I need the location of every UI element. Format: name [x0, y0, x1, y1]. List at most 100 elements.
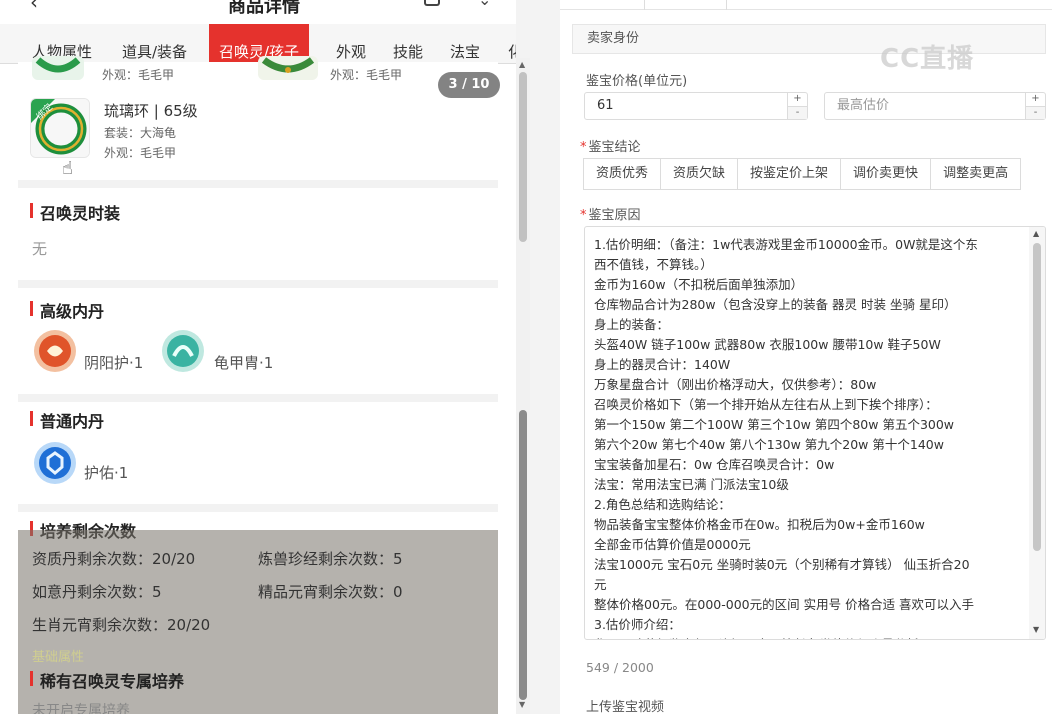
textarea-scrollbar[interactable]: ▲ ▼	[1029, 227, 1045, 639]
yinyang-guard-icon	[32, 328, 78, 374]
tab-appearance[interactable]: 外观	[336, 24, 366, 64]
back-arrow-icon[interactable]: ‹	[30, 0, 38, 14]
reason-line: 金币为160w（不扣税后面单独添加）	[594, 277, 804, 292]
reason-line: 仓库物品合计为280w（包含没穿上的装备 器灵 时装 坐骑 星印）	[594, 297, 957, 312]
reason-line: 法宝：常用法宝已满 门派法宝10级	[594, 477, 789, 492]
reason-line: 华远，珍藏级鉴宝师，资深玩家，擅长各类估价与账号分析	[594, 635, 1024, 639]
item-thumb-1[interactable]	[32, 56, 84, 80]
summon-outfit-title: 召唤灵时装	[30, 200, 120, 224]
share-box-icon[interactable]	[424, 0, 440, 6]
featured-item-set: 套装：大海龟	[104, 126, 177, 140]
conclusion-btn-list-at-price[interactable]: 按鉴定价上架	[737, 158, 842, 190]
watermark-logo: CC直播	[880, 44, 975, 74]
reason-line: 身上的器灵合计：140W	[594, 357, 731, 372]
reason-textarea[interactable]: 1.估价明细：（备注：1w代表游戏里金币10000金币。0W就是这个东 西不值钱，…	[584, 226, 1046, 640]
section-divider	[18, 394, 498, 402]
rare-training-title: 稀有召唤灵专属培养	[30, 668, 184, 692]
reason-line: 物品装备宝宝整体价格金币在0w。扣税后为0w+金币160w	[594, 517, 925, 532]
advanced-core-item-2: 龟甲胄·1	[214, 354, 274, 372]
featured-item-appearance: 外观：毛毛甲	[104, 146, 177, 160]
reason-line: 身上的装备：	[594, 317, 670, 332]
item-thumb-2[interactable]	[258, 56, 318, 80]
textarea-scroll-thumb[interactable]	[1033, 243, 1041, 551]
training-stat-5: 生肖元宵剩余次数：20/20	[32, 616, 211, 634]
training-stat-1: 资质丹剩余次数：20/20	[32, 550, 196, 568]
section-divider	[18, 180, 498, 188]
training-stat-2: 炼兽珍经剩余次数：5	[258, 550, 403, 568]
reason-label: 鉴宝原因	[580, 204, 641, 223]
normal-core-item-1: 护佑·1	[84, 464, 129, 482]
basic-attrs-faint-label: 基础属性	[32, 650, 85, 665]
seller-identity-header[interactable]: 卖家身份	[572, 24, 1046, 54]
product-detail-panel: ‹ 商品详情 ⌄ 人物属性 道具/装备 召唤灵/孩子 外观 技能 法宝 化 外观…	[0, 0, 516, 714]
scrollbar-thumb[interactable]	[519, 72, 527, 242]
scrollbar-thumb-dark	[519, 410, 527, 700]
normal-core-title: 普通内丹	[30, 408, 104, 432]
conclusion-label: 鉴宝结论	[580, 136, 641, 155]
chevron-down-icon[interactable]: ⌄	[478, 0, 491, 9]
max-estimate-stepper[interactable]: + -	[1025, 93, 1045, 119]
item-appearance-2: 外观：毛毛甲	[330, 68, 403, 82]
reason-line: 西不值钱，不算钱。）	[594, 257, 713, 272]
hand-cursor-icon: ☝	[62, 158, 73, 179]
training-stat-3: 如意丹剩余次数：5	[32, 583, 162, 601]
tab-items-equipment[interactable]: 道具/装备	[122, 24, 187, 64]
reason-line: 头盔40W 链子100w 武器80w 衣服100w 腰带10w 鞋子50W	[594, 337, 941, 352]
conclusion-btn-sell-faster[interactable]: 调价卖更快	[840, 158, 932, 190]
price-value: 61	[597, 98, 614, 113]
tab-divider	[644, 0, 645, 10]
scroll-down-icon[interactable]: ▼	[1033, 625, 1039, 634]
reason-line: 第一个150w 第二个100W 第三个10w 第四个80w 第五个300w	[594, 417, 955, 432]
reason-line: 法宝1000元 宝石0元 坐骑时装0元（个别稀有才算钱） 仙玉折合20	[594, 557, 970, 572]
section-divider	[18, 280, 498, 288]
upload-video-label: 上传鉴宝视频	[586, 700, 665, 714]
reason-line: 宝宝装备加星石：0w 仓库召唤灵合计：0w	[594, 457, 835, 472]
section-divider	[18, 504, 498, 512]
tab-more[interactable]: 化	[508, 24, 516, 64]
conclusion-btn-sell-higher[interactable]: 调整卖更高	[930, 158, 1022, 190]
left-scrollbar[interactable]: ▲ ▼	[516, 58, 530, 714]
reason-line: 元	[594, 577, 607, 592]
appraisal-form: 卖家身份 鉴宝价格(单位元) 61 +- 最高估价 +- 鉴宝结论 资质优秀 资…	[560, 0, 1052, 714]
protection-core-icon	[32, 440, 78, 486]
turtle-armor-icon	[160, 328, 206, 374]
price-stepper[interactable]: + -	[787, 93, 807, 119]
advanced-core-title: 高级内丹	[30, 298, 104, 322]
training-stat-4: 精品元宵剩余次数：0	[258, 583, 403, 601]
reason-text: 1.估价明细：（备注：1w代表游戏里金币10000金币。0W就是这个东 西不值钱，…	[594, 235, 1024, 639]
featured-item-thumb[interactable]: 绑定	[30, 98, 90, 158]
jade-ring-icon	[258, 56, 318, 80]
reason-line: 全部金币估算价值是0000元	[594, 537, 751, 552]
jade-ring-icon	[32, 56, 84, 80]
price-label: 鉴宝价格(单位元)	[586, 74, 688, 89]
scroll-down-icon[interactable]: ▼	[519, 700, 525, 709]
reason-line: 1.估价明细：（备注：1w代表游戏里金币10000金币。0W就是这个东	[594, 237, 978, 252]
reason-line: 整体价格00元。在000-000元的区间 实用号 价格合适 喜欢可以入手	[594, 597, 975, 612]
page-title: 商品详情	[228, 0, 300, 17]
tab-skills[interactable]: 技能	[393, 24, 423, 64]
reason-line: 3.估价师介绍：	[594, 617, 681, 632]
max-estimate-placeholder: 最高估价	[837, 98, 890, 113]
tab-divider	[726, 0, 727, 10]
reason-line: 2.角色总结和选购结论：	[594, 497, 731, 512]
scroll-up-icon[interactable]: ▲	[519, 60, 525, 69]
max-estimate-input[interactable]: 最高估价 + -	[824, 92, 1046, 120]
reason-line: 第六个20w 第七个40w 第八个130w 第九个20w 第十个140w	[594, 437, 944, 452]
image-counter-badge: 3 / 10	[438, 72, 500, 98]
summon-outfit-value: 无	[32, 240, 48, 258]
char-count: 549 / 2000	[586, 660, 654, 675]
reason-line: 万象星盘合计（刚出价格浮动大，仅供参考）：80w	[594, 377, 877, 392]
advanced-core-item-1: 阴阳护·1	[84, 354, 144, 372]
form-tab-strip	[560, 0, 1052, 10]
rare-training-value: 未开启专属培养	[32, 703, 130, 714]
conclusion-btn-excellent[interactable]: 资质优秀	[583, 158, 662, 190]
tab-treasure[interactable]: 法宝	[450, 24, 480, 64]
featured-item-name: 琉璃环 | 65级	[104, 102, 198, 120]
reason-line: 召唤灵价格如下（第一个排开始从左往右从上到下挨个排序）：	[594, 397, 938, 412]
scroll-up-icon[interactable]: ▲	[1033, 229, 1039, 238]
panel-gap	[530, 0, 560, 714]
price-input[interactable]: 61 + -	[584, 92, 808, 120]
screen: ‹ 商品详情 ⌄ 人物属性 道具/装备 召唤灵/孩子 外观 技能 法宝 化 外观…	[0, 0, 1052, 714]
conclusion-button-group: 资质优秀 资质欠缺 按鉴定价上架 调价卖更快 调整卖更高	[583, 158, 1022, 190]
conclusion-btn-lacking[interactable]: 资质欠缺	[660, 158, 739, 190]
